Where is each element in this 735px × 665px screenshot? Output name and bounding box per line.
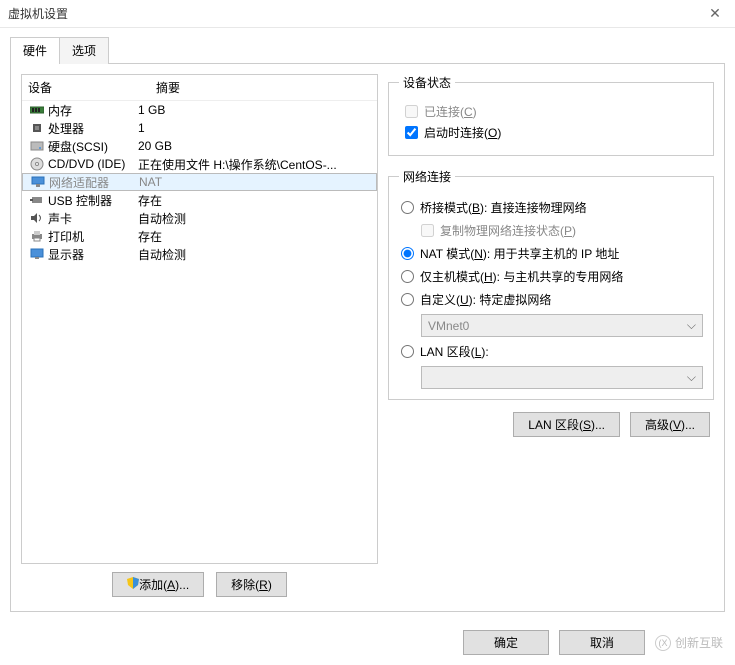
- cpu-icon: [28, 121, 46, 135]
- left-panel: 设备 摘要 内存 1 GB 处理器 1 硬盘(SCSI) 20 GB: [21, 74, 378, 601]
- device-list-header: 设备 摘要: [22, 75, 377, 101]
- device-list-body: 内存 1 GB 处理器 1 硬盘(SCSI) 20 GB CD/DVD (IDE…: [22, 101, 377, 563]
- sound-icon: [28, 212, 46, 224]
- list-item[interactable]: 网络适配器 NAT: [22, 173, 377, 191]
- titlebar: 虚拟机设置 ✕: [0, 0, 735, 28]
- remove-button[interactable]: 移除(R): [216, 572, 287, 597]
- lanseg-input[interactable]: [401, 345, 414, 358]
- item-name: 内存: [48, 102, 72, 119]
- item-summary: 1: [138, 121, 371, 135]
- tab-options[interactable]: 选项: [59, 37, 109, 64]
- item-summary: 1 GB: [138, 103, 371, 117]
- footer: 确定 取消 (X创新互联: [451, 620, 735, 665]
- network-icon: [29, 176, 47, 188]
- item-summary: 20 GB: [138, 139, 371, 153]
- bridge-radio[interactable]: 桥接模式(B): 直接连接物理网络: [401, 199, 703, 216]
- chevron-down-icon: ⌵: [687, 318, 696, 333]
- shield-icon: [127, 577, 139, 589]
- replicate-checkbox: 复制物理网络连接状态(P): [421, 222, 703, 239]
- item-name: USB 控制器: [48, 192, 112, 209]
- left-buttons: 添加(A)... 移除(R): [21, 564, 378, 601]
- content: 硬件 选项 设备 摘要 内存 1 GB 处理器 1: [0, 28, 735, 612]
- network-connection-legend: 网络连接: [399, 168, 455, 185]
- lanseg-select: ⌵: [421, 366, 703, 389]
- item-summary: 存在: [138, 192, 371, 209]
- chevron-down-icon: ⌵: [687, 370, 696, 385]
- col-summary: 摘要: [156, 79, 180, 96]
- item-summary: 自动检测: [138, 210, 371, 227]
- item-name: 处理器: [48, 120, 84, 137]
- add-button[interactable]: 添加(A)...: [112, 572, 204, 597]
- vmnet-select: VMnet0⌵: [421, 314, 703, 337]
- disk-icon: [28, 140, 46, 152]
- item-summary: 自动检测: [138, 246, 371, 263]
- advanced-button[interactable]: 高级(V)...: [630, 412, 710, 437]
- device-status-group: 设备状态 已连接(C) 启动时连接(O): [388, 74, 714, 156]
- bridge-input[interactable]: [401, 201, 414, 214]
- list-item[interactable]: 打印机 存在: [22, 227, 377, 245]
- replicate-input: [421, 224, 434, 237]
- right-buttons: LAN 区段(S)... 高级(V)...: [388, 412, 714, 437]
- connected-checkbox: 已连接(C): [405, 103, 703, 120]
- item-name: 硬盘(SCSI): [48, 138, 108, 155]
- col-device: 设备: [28, 79, 156, 96]
- nat-input[interactable]: [401, 247, 414, 260]
- custom-network-select: VMnet0⌵: [421, 314, 703, 337]
- lanseg-radio[interactable]: LAN 区段(L):: [401, 343, 703, 360]
- list-item[interactable]: 声卡 自动检测: [22, 209, 377, 227]
- item-summary: 正在使用文件 H:\操作系统\CentOS-...: [138, 156, 371, 173]
- item-name: 声卡: [48, 210, 72, 227]
- item-summary: NAT: [139, 175, 370, 189]
- list-item[interactable]: 硬盘(SCSI) 20 GB: [22, 137, 377, 155]
- connect-at-poweron-checkbox[interactable]: 启动时连接(O): [405, 124, 703, 141]
- list-item[interactable]: 处理器 1: [22, 119, 377, 137]
- custom-input[interactable]: [401, 293, 414, 306]
- cd-icon: [28, 157, 46, 171]
- lan-segments-button[interactable]: LAN 区段(S)...: [513, 412, 620, 437]
- watermark-icon: (X: [655, 635, 671, 651]
- display-icon: [28, 248, 46, 260]
- printer-icon: [28, 230, 46, 242]
- custom-radio[interactable]: 自定义(U): 特定虚拟网络: [401, 291, 703, 308]
- right-panel: 设备状态 已连接(C) 启动时连接(O) 网络连接 桥接模式(B): 直接连接物…: [388, 74, 714, 601]
- usb-icon: [28, 194, 46, 206]
- hostonly-input[interactable]: [401, 270, 414, 283]
- ok-button[interactable]: 确定: [463, 630, 549, 655]
- connected-input: [405, 105, 418, 118]
- tab-hardware[interactable]: 硬件: [10, 37, 60, 64]
- tab-strip: 硬件 选项: [10, 36, 725, 64]
- item-name: CD/DVD (IDE): [48, 157, 125, 171]
- connect-at-poweron-input[interactable]: [405, 126, 418, 139]
- device-status-legend: 设备状态: [399, 74, 455, 91]
- watermark: (X创新互联: [655, 634, 723, 651]
- hostonly-radio[interactable]: 仅主机模式(H): 与主机共享的专用网络: [401, 268, 703, 285]
- item-name: 网络适配器: [49, 174, 109, 191]
- cancel-button[interactable]: 取消: [559, 630, 645, 655]
- list-item[interactable]: 内存 1 GB: [22, 101, 377, 119]
- item-name: 打印机: [48, 228, 84, 245]
- item-summary: 存在: [138, 228, 371, 245]
- close-icon[interactable]: ✕: [703, 5, 727, 22]
- list-item[interactable]: CD/DVD (IDE) 正在使用文件 H:\操作系统\CentOS-...: [22, 155, 377, 173]
- network-connection-group: 网络连接 桥接模式(B): 直接连接物理网络 复制物理网络连接状态(P) NAT…: [388, 168, 714, 400]
- list-item[interactable]: USB 控制器 存在: [22, 191, 377, 209]
- memory-icon: [28, 105, 46, 115]
- lanseg-select-wrap: ⌵: [421, 366, 703, 389]
- nat-radio[interactable]: NAT 模式(N): 用于共享主机的 IP 地址: [401, 245, 703, 262]
- item-name: 显示器: [48, 246, 84, 263]
- window-title: 虚拟机设置: [8, 5, 703, 22]
- tabpane-hardware: 设备 摘要 内存 1 GB 处理器 1 硬盘(SCSI) 20 GB: [10, 64, 725, 612]
- list-item[interactable]: 显示器 自动检测: [22, 245, 377, 263]
- device-list: 设备 摘要 内存 1 GB 处理器 1 硬盘(SCSI) 20 GB: [21, 74, 378, 564]
